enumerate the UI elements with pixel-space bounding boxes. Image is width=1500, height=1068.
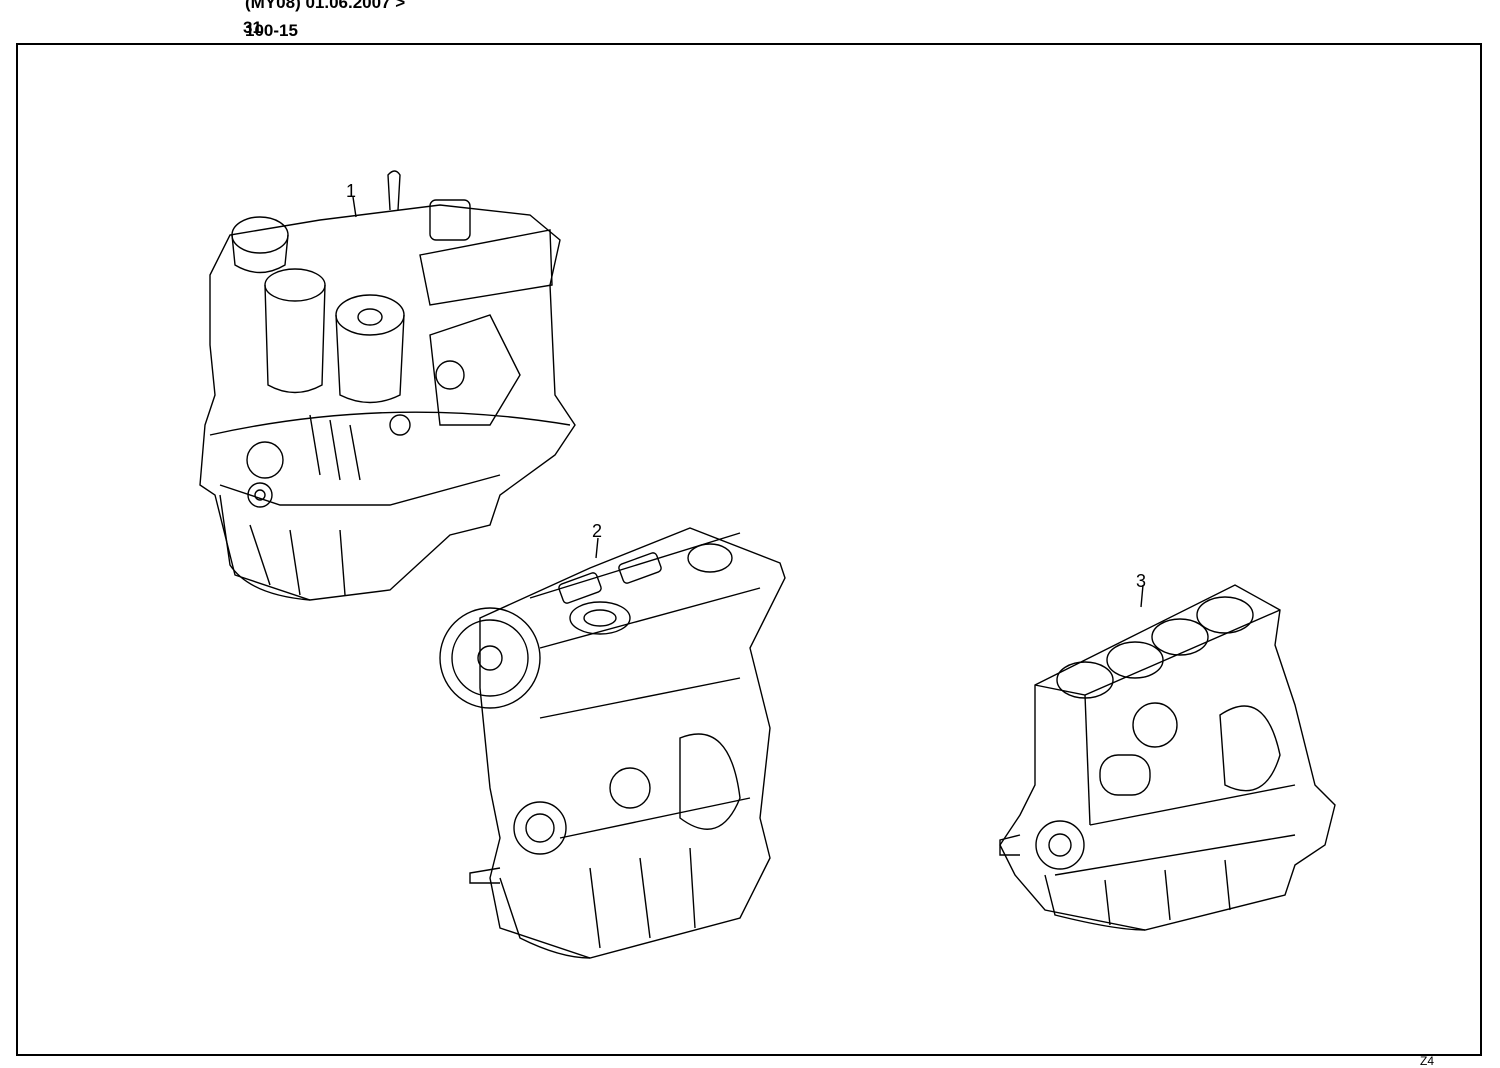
validity-date-label: (MY08) 01.06.2007 > [245, 0, 406, 12]
page-code-footer: Z4 [1420, 1054, 1435, 1068]
short-block-icon-3 [999, 584, 1336, 931]
engine-assembly-icon-2 [439, 527, 786, 959]
document-header: (MY08) 01.06.2007 > 31 100-15 [0, 0, 1500, 44]
page-code-label: 100-15 [245, 21, 298, 40]
